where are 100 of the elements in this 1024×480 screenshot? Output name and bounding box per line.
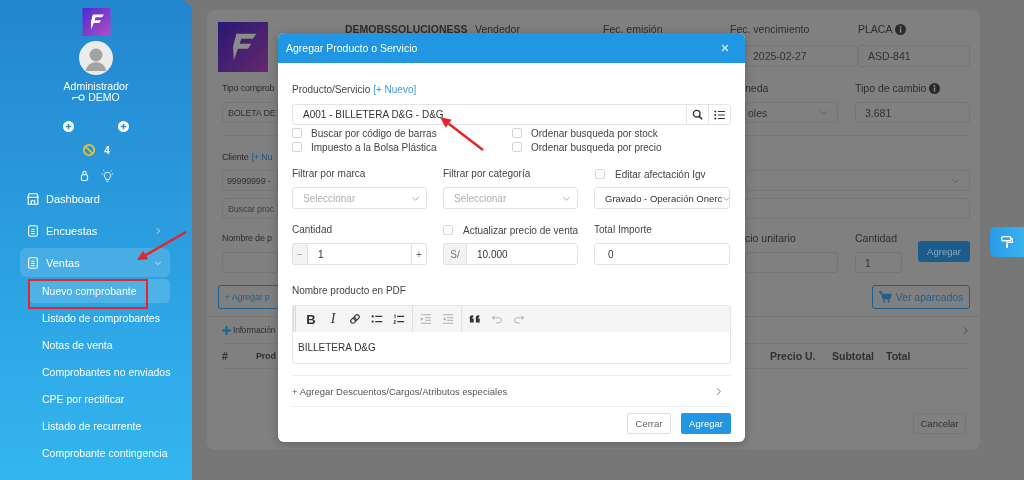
info-icon — [895, 23, 907, 35]
cancel-button[interactable]: Cancelar — [913, 413, 966, 434]
input-field[interactable]: 1 — [855, 252, 902, 273]
field-label: Fec. vencimiento — [730, 22, 811, 36]
submenu-item[interactable]: Nuevo comprobante — [28, 279, 170, 303]
user-name: Administrador — [63, 80, 129, 92]
checkbox[interactable] — [595, 169, 605, 179]
field-label: Producto/Servicio [+ Nuevo] — [292, 84, 418, 96]
menu-item[interactable]: Encuestas — [20, 216, 170, 245]
annotation-arrow — [137, 230, 187, 260]
checkbox[interactable] — [512, 142, 522, 152]
close-button[interactable]: Cerrar — [627, 413, 671, 434]
menu-item[interactable]: Ventas — [20, 248, 170, 277]
field-label: Tipo de cambio — [855, 81, 927, 95]
field-label: Tipo comprob — [222, 82, 276, 95]
user-role: DEMO — [88, 92, 120, 103]
product-search-field[interactable]: A001 - BILLETERA D&G - D&G — [292, 104, 731, 125]
field-label: Filtrar por categoría — [443, 168, 532, 180]
column-header: Prod — [256, 350, 276, 363]
field-label: Cliente [+ Nu — [222, 150, 274, 164]
search-icon[interactable] — [692, 109, 703, 120]
submenu-item[interactable]: Listado de comprobantes — [28, 306, 178, 330]
document-icon — [26, 255, 40, 270]
checkbox[interactable] — [443, 225, 453, 235]
field-label: Nombre producto en PDF — [292, 285, 407, 297]
column-header: Total — [886, 349, 911, 364]
field-label: Cantidad — [855, 231, 899, 245]
logo-icon — [81, 8, 111, 36]
chevron-right-icon — [714, 386, 723, 396]
input-field[interactable] — [745, 198, 970, 219]
category-select[interactable]: Seleccionar — [443, 187, 578, 209]
annotation-arrow — [440, 117, 484, 151]
paint-roller-icon — [1000, 235, 1014, 249]
submenu-item[interactable]: CPE por rectificar — [28, 387, 178, 411]
quote-icon[interactable] — [469, 313, 481, 325]
alert-count: 4 — [104, 144, 110, 156]
checkbox-label: Actualizar precio de venta — [463, 224, 579, 236]
column-header: # — [222, 349, 228, 364]
input-field[interactable]: 3.681 — [855, 102, 970, 123]
column-header: Precio U. — [770, 349, 816, 364]
add-button[interactable]: Agregar — [681, 413, 731, 434]
checkbox-label: Ordenar busqueda por precio — [531, 141, 662, 153]
chevron-down-icon — [951, 176, 960, 185]
submenu-item[interactable]: Notas de venta — [28, 333, 178, 357]
new-client-link[interactable]: [+ Nu — [251, 150, 273, 164]
menu-item[interactable]: Dashboard — [20, 184, 170, 213]
checkbox[interactable] — [292, 128, 302, 138]
submenu-item[interactable]: Listado de recurrente — [28, 414, 178, 438]
theme-button[interactable] — [990, 227, 1024, 257]
add-button[interactable]: Agregar — [918, 241, 970, 262]
field-label: Fec. emisión — [603, 22, 664, 36]
checkbox-label: Impuesto a la Bolsa Plástica — [311, 141, 437, 153]
checkbox[interactable] — [512, 128, 522, 138]
plus-icon[interactable] — [118, 121, 129, 132]
total-field[interactable]: 0 — [594, 243, 730, 265]
plus-icon[interactable] — [63, 121, 74, 132]
parked-button[interactable]: Ver aparcados — [872, 285, 970, 309]
bold-button[interactable]: B — [300, 308, 322, 330]
bulb-icon[interactable] — [100, 169, 114, 182]
extras-row[interactable]: + Agregar Descuentos/Cargos/Atributos especiales — [292, 376, 731, 406]
select-field[interactable]: oles — [745, 102, 838, 123]
submenu-item[interactable]: Comprobante contingencia — [28, 441, 178, 465]
currency-label: S/ — [443, 243, 466, 265]
info-icon — [929, 82, 941, 94]
quantity-field[interactable]: 1 — [307, 243, 412, 265]
bulleted-list-icon[interactable] — [371, 313, 383, 325]
field-label: Nombre de p — [222, 232, 273, 245]
plus-icon — [222, 325, 231, 335]
cart-icon — [878, 291, 892, 303]
checkbox[interactable] — [292, 142, 302, 152]
price-field[interactable]: 10.000 — [466, 243, 578, 265]
store-icon — [26, 191, 40, 206]
italic-button[interactable]: I — [322, 308, 344, 330]
numbered-list-icon[interactable] — [393, 313, 405, 325]
field-label: Vendedor — [475, 22, 521, 36]
chevron-right-icon — [154, 226, 162, 235]
prohibited-icon[interactable] — [82, 143, 97, 157]
chevron-down-icon — [819, 108, 828, 117]
new-product-link[interactable]: [+ Nuevo] — [373, 84, 417, 95]
field-label: Cantidad — [292, 224, 334, 236]
info-toggle[interactable]: Información — [222, 325, 277, 335]
brand-select[interactable]: Seleccionar — [292, 187, 427, 209]
increment-button[interactable]: + — [412, 243, 427, 265]
checkbox-label: Editar afectación Igv — [615, 168, 706, 180]
close-icon[interactable] — [721, 44, 729, 52]
column-header: Subtotal — [832, 349, 874, 364]
decrement-button[interactable]: − — [292, 243, 307, 265]
input-field[interactable] — [745, 252, 838, 273]
input-field[interactable]: ASD-841 — [858, 45, 970, 67]
submenu-item[interactable]: Comprobantes no enviados — [28, 360, 178, 384]
document-icon — [26, 223, 40, 238]
avatar-icon — [79, 41, 113, 75]
pdf-name-editor[interactable]: BILLETERA D&G — [293, 332, 730, 363]
list-icon[interactable] — [714, 109, 725, 120]
lock-icon[interactable] — [78, 169, 90, 182]
field-label: DEMOBSSOLUCIONESS — [345, 22, 469, 36]
field-label: cio unitario — [745, 231, 797, 245]
igv-select[interactable]: Gravado - Operación Onerc — [594, 187, 730, 209]
select-field[interactable] — [745, 170, 970, 191]
link-icon[interactable] — [349, 313, 361, 325]
